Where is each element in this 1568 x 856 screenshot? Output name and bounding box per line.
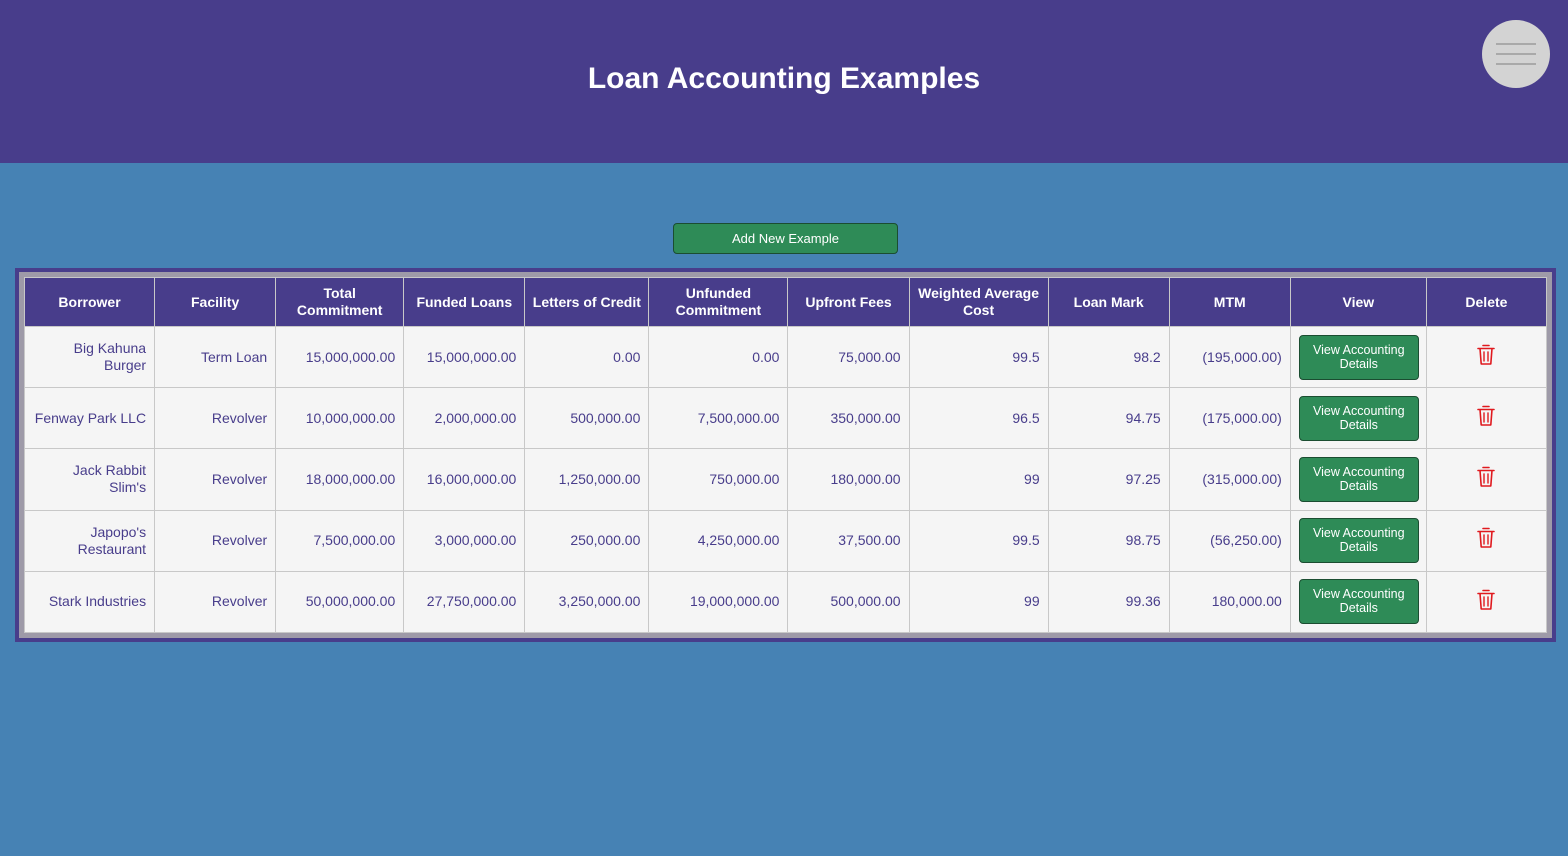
- cell-mtm: (195,000.00): [1168, 325, 1291, 389]
- cell-borrower: Fenway Park LLC: [23, 387, 156, 450]
- cell-mtm: 180,000.00: [1168, 570, 1291, 634]
- column-header-view: View: [1289, 277, 1427, 327]
- cell-delete: [1425, 509, 1548, 572]
- view-accounting-details-button[interactable]: View Accounting Details: [1298, 456, 1419, 502]
- trash-icon[interactable]: [1477, 344, 1496, 366]
- hamburger-menu-icon-bar: [1496, 63, 1536, 65]
- cell-upfront-fees: 350,000.00: [787, 387, 910, 450]
- cell-view: View Accounting Details: [1289, 509, 1427, 572]
- column-header-delete: Delete: [1425, 277, 1548, 327]
- cell-mtm: (315,000.00): [1168, 448, 1291, 511]
- cell-total-commitment: 15,000,000.00: [275, 325, 405, 389]
- cell-borrower: Jack Rabbit Slim's: [23, 448, 156, 511]
- table-header-row: Borrower Facility Total Commitment Funde…: [23, 277, 1548, 327]
- cell-letters-of-credit: 250,000.00: [524, 509, 650, 572]
- cell-unfunded-commitment: 19,000,000.00: [648, 570, 789, 634]
- table-row: Jack Rabbit Slim's Revolver 18,000,000.00 1…: [23, 448, 1548, 511]
- cell-weighted-average-cost: 99.5: [908, 509, 1049, 572]
- column-header-mtm[interactable]: MTM: [1168, 277, 1291, 327]
- view-accounting-details-button[interactable]: View Accounting Details: [1298, 334, 1419, 380]
- cell-delete: [1425, 570, 1548, 634]
- cell-total-commitment: 50,000,000.00: [275, 570, 405, 634]
- cell-upfront-fees: 75,000.00: [787, 325, 910, 389]
- cell-view: View Accounting Details: [1289, 570, 1427, 634]
- cell-letters-of-credit: 1,250,000.00: [524, 448, 650, 511]
- cell-view: View Accounting Details: [1289, 387, 1427, 450]
- cell-facility: Revolver: [154, 570, 277, 634]
- cell-loan-mark: 98.75: [1047, 509, 1170, 572]
- hamburger-menu-icon: [1496, 43, 1536, 45]
- cell-upfront-fees: 180,000.00: [787, 448, 910, 511]
- cell-upfront-fees: 37,500.00: [787, 509, 910, 572]
- cell-upfront-fees: 500,000.00: [787, 570, 910, 634]
- trash-icon[interactable]: [1477, 527, 1496, 549]
- cell-facility: Term Loan: [154, 325, 277, 389]
- menu-button[interactable]: [1482, 20, 1550, 88]
- cell-weighted-average-cost: 99: [908, 570, 1049, 634]
- cell-letters-of-credit: 500,000.00: [524, 387, 650, 450]
- cell-weighted-average-cost: 96.5: [908, 387, 1049, 450]
- cell-unfunded-commitment: 0.00: [648, 325, 789, 389]
- column-header-total-commitment[interactable]: Total Commitment: [275, 277, 405, 327]
- table-row: Japopo's Restaurant Revolver 7,500,000.00 3…: [23, 509, 1548, 572]
- view-accounting-details-button[interactable]: View Accounting Details: [1298, 395, 1419, 441]
- cell-mtm: (175,000.00): [1168, 387, 1291, 450]
- column-header-upfront-fees[interactable]: Upfront Fees: [787, 277, 910, 327]
- table-row: Fenway Park LLC Revolver 10,000,000.00 2,00…: [23, 387, 1548, 450]
- cell-unfunded-commitment: 7,500,000.00: [648, 387, 789, 450]
- column-header-loan-mark[interactable]: Loan Mark: [1047, 277, 1170, 327]
- table-row: Stark Industries Revolver 50,000,000.00 27,…: [23, 570, 1548, 634]
- cell-total-commitment: 10,000,000.00: [275, 387, 405, 450]
- cell-facility: Revolver: [154, 448, 277, 511]
- cell-loan-mark: 97.25: [1047, 448, 1170, 511]
- cell-total-commitment: 7,500,000.00: [275, 509, 405, 572]
- column-header-facility[interactable]: Facility: [154, 277, 277, 327]
- view-accounting-details-button[interactable]: View Accounting Details: [1298, 579, 1419, 625]
- cell-total-commitment: 18,000,000.00: [275, 448, 405, 511]
- table-row: Big Kahuna Burger Term Loan 15,000,000.00 1…: [23, 325, 1548, 389]
- trash-icon[interactable]: [1477, 466, 1496, 488]
- cell-funded-loans: 16,000,000.00: [403, 448, 526, 511]
- add-new-example-button[interactable]: Add New Example: [673, 223, 898, 254]
- cell-funded-loans: 27,750,000.00: [403, 570, 526, 634]
- cell-borrower: Stark Industries: [23, 570, 156, 634]
- cell-delete: [1425, 325, 1548, 389]
- cell-funded-loans: 15,000,000.00: [403, 325, 526, 389]
- column-header-weighted-average-cost[interactable]: Weighted Average Cost: [908, 277, 1049, 327]
- cell-borrower: Japopo's Restaurant: [23, 509, 156, 572]
- cell-mtm: (56,250.00): [1168, 509, 1291, 572]
- cell-weighted-average-cost: 99.5: [908, 325, 1049, 389]
- cell-funded-loans: 2,000,000.00: [403, 387, 526, 450]
- cell-facility: Revolver: [154, 509, 277, 572]
- column-header-letters-of-credit[interactable]: Letters of Credit: [524, 277, 650, 327]
- examples-table: Borrower Facility Total Commitment Funde…: [23, 277, 1548, 634]
- hamburger-menu-icon-bar: [1496, 53, 1536, 55]
- table-body: Big Kahuna Burger Term Loan 15,000,000.00 1…: [23, 325, 1548, 634]
- trash-icon[interactable]: [1477, 405, 1496, 427]
- cell-unfunded-commitment: 4,250,000.00: [648, 509, 789, 572]
- trash-icon[interactable]: [1477, 589, 1496, 611]
- cell-view: View Accounting Details: [1289, 448, 1427, 511]
- column-header-funded-loans[interactable]: Funded Loans: [403, 277, 526, 327]
- cell-unfunded-commitment: 750,000.00: [648, 448, 789, 511]
- cell-loan-mark: 94.75: [1047, 387, 1170, 450]
- column-header-borrower[interactable]: Borrower: [23, 277, 156, 327]
- view-accounting-details-button[interactable]: View Accounting Details: [1298, 518, 1419, 564]
- examples-table-frame: Borrower Facility Total Commitment Funde…: [15, 268, 1556, 642]
- cell-view: View Accounting Details: [1289, 325, 1427, 389]
- cell-facility: Revolver: [154, 387, 277, 450]
- cell-weighted-average-cost: 99: [908, 448, 1049, 511]
- page-title: Loan Accounting Examples: [587, 62, 981, 95]
- cell-funded-loans: 3,000,000.00: [403, 509, 526, 572]
- cell-letters-of-credit: 0.00: [524, 325, 650, 389]
- cell-loan-mark: 99.36: [1047, 570, 1170, 634]
- cell-delete: [1425, 387, 1548, 450]
- cell-borrower: Big Kahuna Burger: [23, 325, 156, 389]
- cell-letters-of-credit: 3,250,000.00: [524, 570, 650, 634]
- cell-delete: [1425, 448, 1548, 511]
- cell-loan-mark: 98.2: [1047, 325, 1170, 389]
- column-header-unfunded-commitment[interactable]: Unfunded Commitment: [648, 277, 789, 327]
